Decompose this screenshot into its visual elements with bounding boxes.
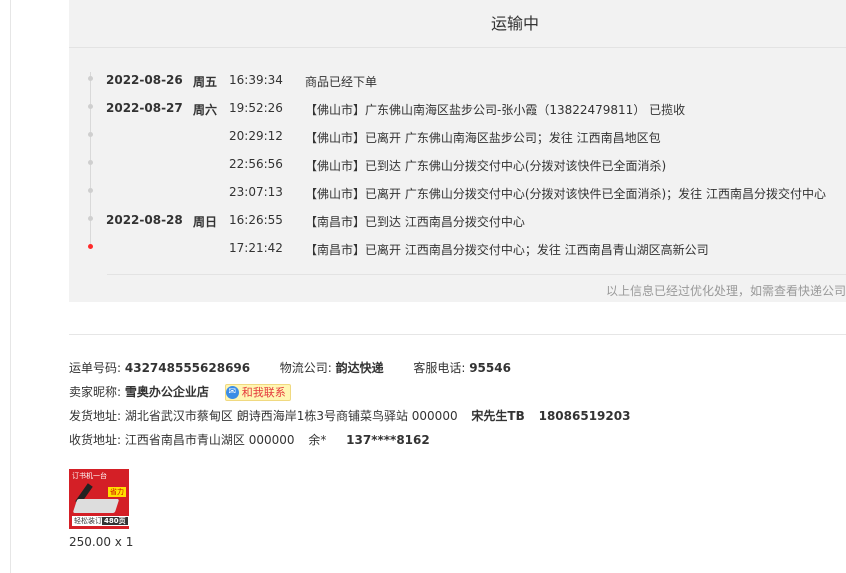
- seller-row: 卖家昵称: 雪奥办公企业店 ✉ 和我联系: [69, 382, 846, 406]
- seller-name: 雪奥办公企业店: [124, 385, 209, 399]
- entry-weekday: 周日: [193, 215, 218, 229]
- timeline-entry-latest: 17:21:42 【南昌市】已离开 江西南昌分拨交付中心；发往 江西南昌青山湖区…: [69, 232, 846, 260]
- section-divider: [69, 334, 846, 335]
- entry-time: 23:07:13: [229, 185, 283, 199]
- optimization-note: 以上信息已经过优化处理，如需查看快递公司: [605, 284, 846, 298]
- shipment-info: 运单号码: 432748555628696 物流公司: 韵达快递 客服电话: 9…: [69, 358, 846, 454]
- courier-name: 韵达快递: [335, 361, 384, 375]
- entry-time: 16:26:55: [229, 213, 283, 227]
- waybill-label: 运单号码:: [69, 361, 122, 375]
- left-divider: [10, 0, 11, 573]
- entry-time: 22:56:56: [229, 157, 283, 171]
- entry-date: 2022-08-28: [106, 213, 183, 227]
- entry-time: 20:29:12: [229, 129, 283, 143]
- ship-contact-name: 宋先生TB: [471, 409, 525, 423]
- ship-address: 湖北省武汉市蔡甸区 朗诗西海岸1栋3号商铺菜鸟驿站 000000: [124, 409, 458, 423]
- seller-label: 卖家昵称:: [69, 385, 122, 399]
- entry-date: 2022-08-27: [106, 101, 183, 115]
- ship-address-row: 发货地址: 湖北省武汉市蔡甸区 朗诗西海岸1栋3号商铺菜鸟驿站 000000 宋…: [69, 406, 846, 430]
- tracking-panel: 运输中 2022-08-26 周五 16:39:34 商品已经下单 2022-0…: [69, 0, 846, 302]
- chat-icon: ✉: [225, 386, 239, 399]
- entry-description: 商品已经下单: [305, 75, 378, 89]
- entry-description: 【佛山市】已离开 广东佛山分拨交付中心(分拨对该快件已全面消杀)；发往 江西南昌…: [305, 187, 826, 201]
- timeline-dot: [88, 216, 93, 221]
- thumb-caption-text: 轻松装订: [74, 517, 102, 525]
- recv-address: 江西省南昌市青山湖区 000000: [124, 433, 295, 447]
- timeline-dot: [88, 160, 93, 165]
- entry-description: 【南昌市】已离开 江西南昌分拨交付中心；发往 江西南昌青山湖区高新公司: [305, 243, 709, 257]
- recv-address-row: 收货地址: 江西省南昌市青山湖区 000000 余* 137****8162: [69, 430, 846, 454]
- timeline-entry: 2022-08-26 周五 16:39:34 商品已经下单: [69, 64, 846, 92]
- product-thumbnail[interactable]: 订书机一台 省力 轻松装订 480页: [69, 469, 129, 529]
- tracking-timeline: 2022-08-26 周五 16:39:34 商品已经下单 2022-08-27…: [69, 60, 846, 260]
- timeline-entry: 22:56:56 【佛山市】已到达 广东佛山分拨交付中心(分拨对该快件已全面消杀…: [69, 148, 846, 176]
- ship-address-label: 发货地址:: [69, 409, 122, 423]
- thumb-caption: 轻松装订 480页: [72, 516, 129, 526]
- entry-weekday: 周五: [193, 75, 218, 89]
- thumb-title: 订书机一台: [72, 472, 107, 480]
- entry-time: 17:21:42: [229, 241, 283, 255]
- stapler-shape: [72, 499, 120, 513]
- timeline-entry: 2022-08-28 周日 16:26:55 【南昌市】已到达 江西南昌分拨交付…: [69, 204, 846, 232]
- timeline-dot: [88, 188, 93, 193]
- recv-name: 余*: [308, 433, 327, 447]
- timeline-dot: [88, 132, 93, 137]
- entry-time: 16:39:34: [229, 73, 283, 87]
- thumb-count: 480页: [102, 517, 128, 525]
- service-phone: 95546: [469, 361, 511, 375]
- timeline-dot: [88, 104, 93, 109]
- entry-description: 【佛山市】广东佛山南海区盐步公司-张小霞（13822479811） 已揽收: [305, 103, 686, 117]
- entry-description: 【佛山市】已离开 广东佛山南海区盐步公司；发往 江西南昌地区包: [305, 131, 661, 145]
- entry-description: 【南昌市】已到达 江西南昌分拨交付中心: [305, 215, 525, 229]
- timeline-dot: [88, 76, 93, 81]
- entry-description: 【佛山市】已到达 广东佛山分拨交付中心(分拨对该快件已全面消杀): [305, 159, 667, 173]
- courier-label: 物流公司:: [279, 361, 332, 375]
- ship-phone: 18086519203: [538, 409, 631, 423]
- entry-time: 19:52:26: [229, 101, 283, 115]
- waybill-row: 运单号码: 432748555628696 物流公司: 韵达快递 客服电话: 9…: [69, 358, 846, 382]
- timeline-dot-active: [88, 244, 93, 249]
- timeline-entry: 23:07:13 【佛山市】已离开 广东佛山分拨交付中心(分拨对该快件已全面消杀…: [69, 176, 846, 204]
- panel-divider: [107, 274, 846, 275]
- waybill-number: 432748555628696: [124, 361, 251, 375]
- entry-weekday: 周六: [193, 103, 218, 117]
- entry-date: 2022-08-26: [106, 73, 183, 87]
- contact-seller-button[interactable]: ✉ 和我联系: [224, 384, 291, 401]
- timeline-entry: 2022-08-27 周六 19:52:26 【佛山市】广东佛山南海区盐步公司-…: [69, 92, 846, 120]
- contact-seller-label: 和我联系: [241, 386, 286, 399]
- price-quantity: 250.00 x 1: [69, 535, 134, 549]
- recv-phone: 137****8162: [346, 433, 430, 447]
- thumb-badge: 省力: [108, 487, 126, 497]
- shipping-status-title: 运输中: [69, 0, 846, 48]
- service-phone-label: 客服电话:: [413, 361, 466, 375]
- timeline-entry: 20:29:12 【佛山市】已离开 广东佛山南海区盐步公司；发往 江西南昌地区包: [69, 120, 846, 148]
- recv-address-label: 收货地址:: [69, 433, 122, 447]
